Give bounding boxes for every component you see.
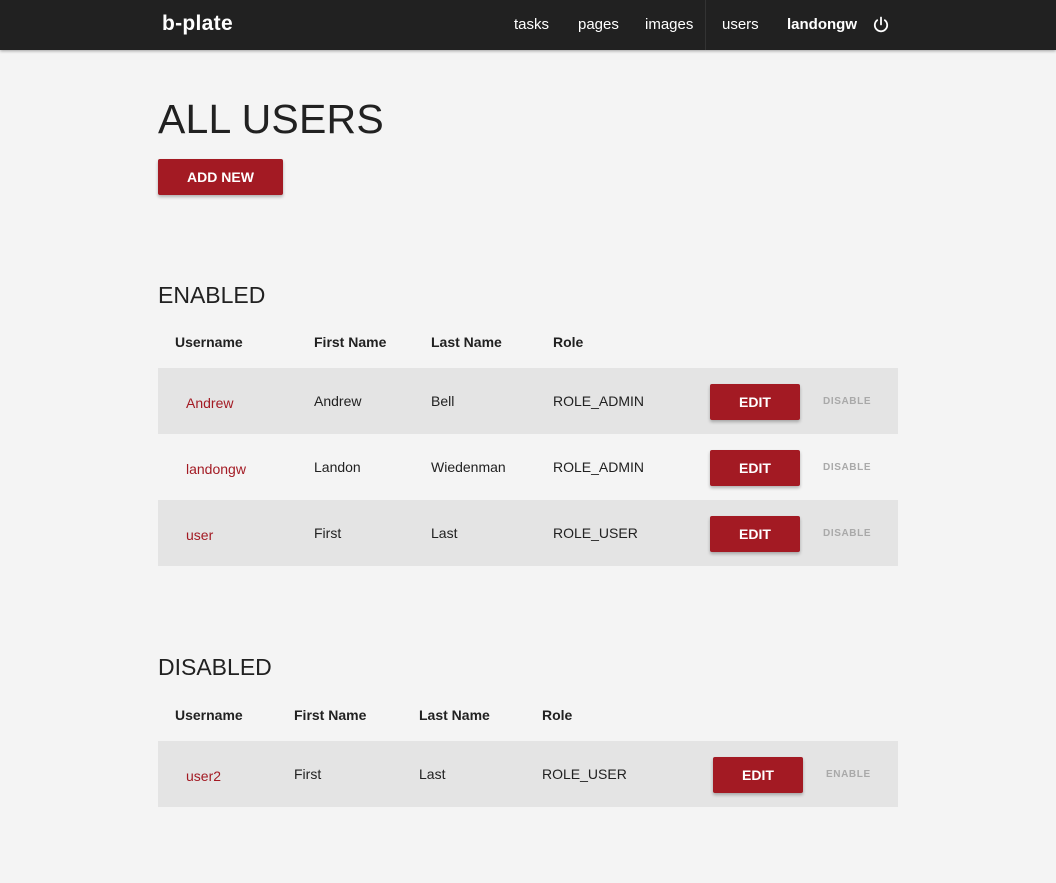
- column-header-role: Role: [553, 334, 584, 350]
- column-header-first-name: First Name: [314, 334, 387, 350]
- first-name-cell: First: [294, 766, 322, 782]
- enabled-section-title: ENABLED: [158, 282, 266, 308]
- add-new-user-button[interactable]: ADD NEW: [158, 159, 283, 195]
- last-name-cell: Bell: [431, 393, 455, 409]
- disable-user-link[interactable]: DISABLE: [823, 368, 871, 434]
- edit-user-button[interactable]: EDIT: [710, 516, 800, 552]
- role-cell: ROLE_ADMIN: [553, 459, 645, 475]
- column-header-first-name: First Name: [294, 707, 367, 723]
- username-link[interactable]: Andrew: [186, 370, 233, 436]
- column-header-username: Username: [175, 707, 243, 723]
- power-icon[interactable]: [872, 16, 890, 34]
- username-link[interactable]: user: [186, 502, 213, 568]
- disable-user-link[interactable]: DISABLE: [823, 434, 871, 500]
- disable-user-link[interactable]: DISABLE: [823, 500, 871, 566]
- nav-link-pages[interactable]: pages: [578, 0, 619, 50]
- role-cell: ROLE_USER: [542, 766, 627, 782]
- edit-user-button[interactable]: EDIT: [710, 384, 800, 420]
- role-cell: ROLE_ADMIN: [553, 393, 645, 409]
- top-navbar: b-plate tasks pages images users landong…: [0, 0, 1056, 50]
- column-header-last-name: Last Name: [419, 707, 490, 723]
- first-name-cell: First: [314, 525, 342, 541]
- last-name-cell: Wiedenman: [431, 459, 506, 475]
- first-name-cell: Landon: [314, 459, 361, 475]
- last-name-cell: Last: [431, 525, 458, 541]
- nav-divider: [705, 0, 706, 50]
- table-row: user2 First Last ROLE_USER EDIT ENABLE: [158, 741, 898, 807]
- role-cell: ROLE_USER: [553, 525, 638, 541]
- page-title: ALL USERS: [158, 96, 384, 142]
- column-header-last-name: Last Name: [431, 334, 502, 350]
- nav-link-users[interactable]: users: [722, 0, 759, 50]
- disabled-section-title: DISABLED: [158, 654, 272, 680]
- enable-user-link[interactable]: ENABLE: [826, 741, 871, 807]
- edit-user-button[interactable]: EDIT: [713, 757, 803, 793]
- table-row: Andrew Andrew Bell ROLE_ADMIN EDIT DISAB…: [158, 368, 898, 434]
- nav-current-user-link[interactable]: landongw: [787, 0, 857, 50]
- last-name-cell: Last: [419, 766, 446, 782]
- table-row: landongw Landon Wiedenman ROLE_ADMIN EDI…: [158, 434, 898, 500]
- nav-link-images[interactable]: images: [645, 0, 693, 50]
- username-link[interactable]: user2: [186, 743, 221, 809]
- username-link[interactable]: landongw: [186, 436, 246, 502]
- first-name-cell: Andrew: [314, 393, 362, 409]
- table-row: user First Last ROLE_USER EDIT DISABLE: [158, 500, 898, 566]
- brand-logo-link[interactable]: b-plate: [162, 12, 233, 36]
- nav-link-tasks[interactable]: tasks: [514, 0, 549, 50]
- edit-user-button[interactable]: EDIT: [710, 450, 800, 486]
- column-header-username: Username: [175, 334, 243, 350]
- column-header-role: Role: [542, 707, 573, 723]
